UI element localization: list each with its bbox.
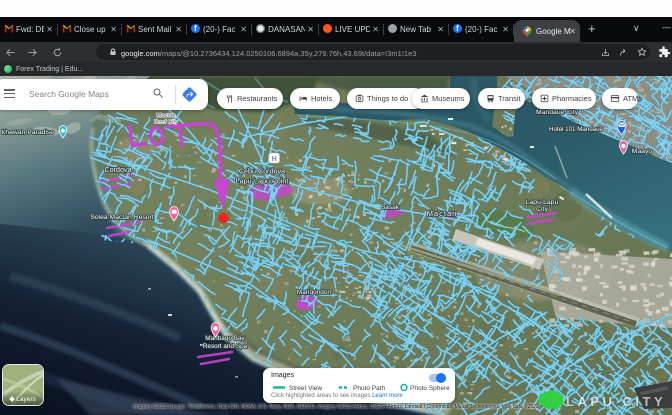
svg-text:Maayo: Maayo: [632, 148, 653, 155]
svg-text:Reef City: Reef City: [154, 120, 178, 126]
svg-text:Mandaue City: Mandaue City: [536, 109, 579, 116]
svg-text:khawan Paradise: khawan Paradise: [2, 129, 54, 136]
svg-text:Marigondon: Marigondon: [297, 289, 332, 296]
svg-text:Photo Path: Photo Path: [353, 385, 386, 392]
svg-text:Solea Mactan Resort: Solea Mactan Resort: [90, 214, 154, 221]
svg-text:Photo Sphere: Photo Sphere: [410, 385, 450, 392]
svg-text:Mactan: Mactan: [156, 113, 175, 119]
svg-text:Lapu-Lapu: Lapu-Lapu: [526, 199, 559, 206]
svg-text:Resort and Spa: Resort and Spa: [203, 343, 248, 350]
svg-text:Cebu Cordova: Cebu Cordova: [239, 167, 285, 176]
svg-text:Basak: Basak: [381, 204, 400, 211]
svg-text:H: H: [272, 156, 277, 163]
svg-text:Maribago Bay: Maribago Bay: [205, 335, 245, 342]
svg-text:City: City: [536, 206, 548, 213]
svg-text:Street View: Street View: [289, 385, 322, 392]
svg-text:Hotel 101 Mandaue: Hotel 101 Mandaue: [549, 126, 604, 133]
svg-text:Mactan: Mactan: [427, 209, 458, 218]
svg-text:Lapu-Lapu Point: Lapu-Lapu Point: [236, 177, 289, 186]
svg-text:Cordova: Cordova: [104, 165, 131, 174]
